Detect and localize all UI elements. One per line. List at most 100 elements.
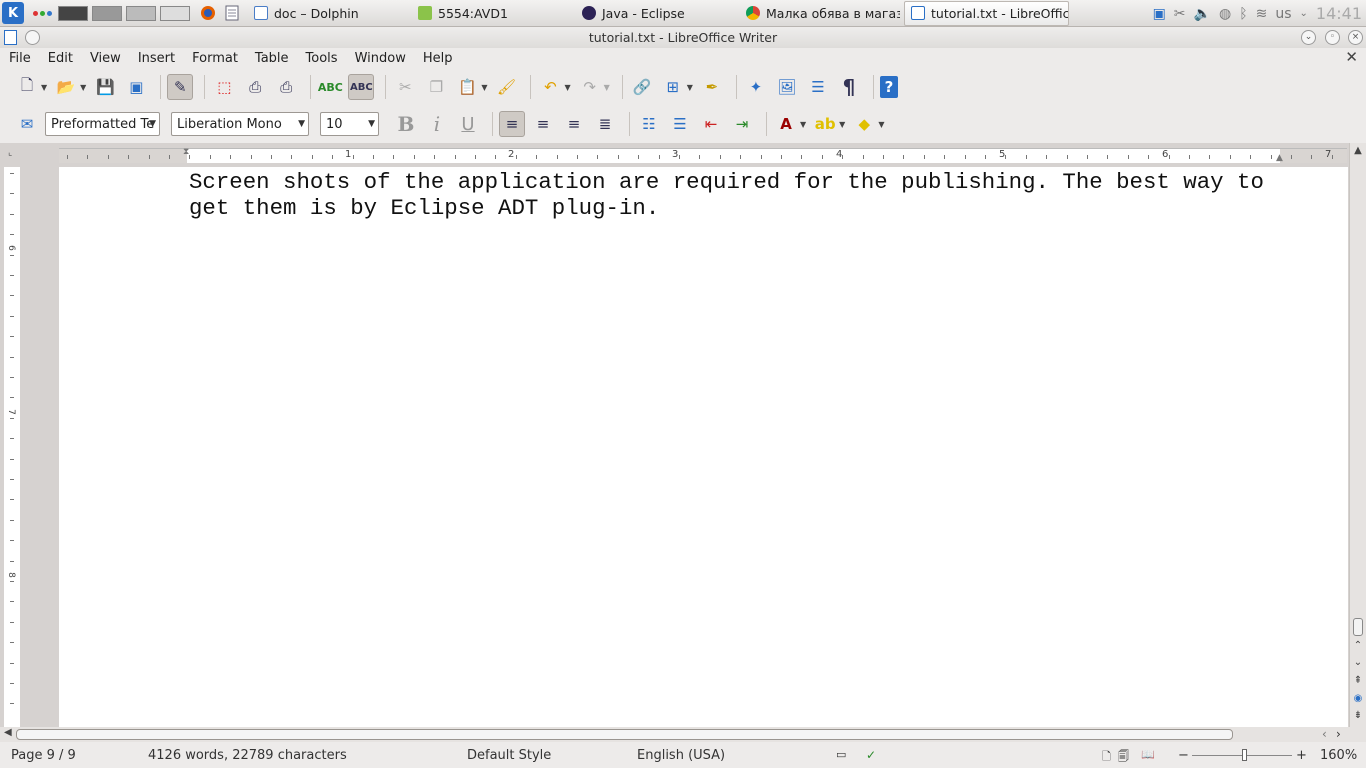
scroll-up-arrow-icon[interactable]: ⌃	[1351, 640, 1365, 655]
task-android-emulator[interactable]: 5554:AVD1	[412, 1, 572, 26]
menu-window[interactable]: Window	[346, 51, 414, 66]
clipboard-icon[interactable]: ▣	[1153, 6, 1166, 22]
menu-insert[interactable]: Insert	[129, 51, 183, 66]
undo-dropdown-icon[interactable]: ▼	[564, 83, 570, 92]
keyboard-layout[interactable]: us	[1275, 6, 1291, 22]
hyperlink-icon[interactable]: 🔗	[629, 74, 655, 100]
highlighting-dropdown-icon[interactable]: ▼	[839, 120, 845, 129]
menu-edit[interactable]: Edit	[39, 51, 81, 66]
redo-icon[interactable]: ↷	[577, 74, 603, 100]
menu-table[interactable]: Table	[246, 51, 297, 66]
menu-tools[interactable]: Tools	[297, 51, 346, 66]
right-indent-marker-icon[interactable]: ▲	[1276, 153, 1283, 163]
data-sources-icon[interactable]: ☰	[805, 74, 831, 100]
word-count[interactable]: 4126 words, 22789 characters	[148, 748, 347, 763]
horizontal-ruler[interactable]: ⧗ ▲ 1 2 3 4 5 6 7	[59, 147, 1347, 163]
task-libreoffice-writer[interactable]: tutorial.txt - LibreOffic	[904, 0, 1069, 26]
decrease-indent-icon[interactable]: ⇤	[698, 111, 724, 137]
increase-indent-icon[interactable]: ⇥	[729, 111, 755, 137]
activities-icon[interactable]	[30, 10, 54, 16]
task-eclipse[interactable]: Java - Eclipse	[576, 1, 736, 26]
align-center-icon[interactable]: ≡	[530, 111, 556, 137]
scroll-right-arrow-icon[interactable]: ›	[1336, 727, 1341, 741]
previous-page-icon[interactable]: ⇞	[1351, 675, 1365, 690]
book-view-icon[interactable]: 📖	[1141, 748, 1155, 761]
single-page-view-icon[interactable]: 🗋	[1102, 748, 1111, 767]
volume-icon[interactable]: 🔈	[1194, 6, 1211, 22]
multi-page-view-icon[interactable]: 🗐	[1118, 748, 1129, 767]
menu-help[interactable]: Help	[414, 51, 461, 66]
redo-dropdown-icon[interactable]: ▼	[604, 83, 610, 92]
navigation-icon[interactable]: ◉	[1351, 693, 1365, 708]
align-right-icon[interactable]: ≡	[561, 111, 587, 137]
scissors-icon[interactable]: ✂	[1174, 6, 1186, 22]
kde-menu-icon[interactable]: K	[2, 2, 24, 24]
italic-icon[interactable]: i	[424, 111, 450, 137]
desktop-pager-1[interactable]	[58, 5, 88, 21]
vertical-scrollbar[interactable]: ▲ ⌃ ⌄ ⇞ ◉ ⇟	[1349, 143, 1366, 727]
writer-app-icon[interactable]	[4, 30, 17, 45]
scroll-up-icon[interactable]: ▲	[1351, 145, 1365, 160]
text-line[interactable]: get them is by Eclipse ADT plug-in.	[189, 195, 1289, 221]
notes-icon[interactable]	[220, 0, 244, 27]
close-window-icon[interactable]: ×	[1348, 30, 1363, 45]
scroll-down-arrow-icon[interactable]: ⌄	[1351, 657, 1365, 672]
show-draw-functions-icon[interactable]: ✒	[699, 74, 725, 100]
gallery-icon[interactable]: 🖼	[774, 74, 800, 100]
wifi-icon[interactable]: ≋	[1256, 6, 1268, 22]
menu-format[interactable]: Format	[183, 51, 246, 66]
spellcheck-icon[interactable]: ABC	[317, 74, 343, 100]
close-document-icon[interactable]: ✕	[1345, 48, 1358, 66]
navigator-icon[interactable]: ✦	[743, 74, 769, 100]
undo-icon[interactable]: ↶	[537, 74, 563, 100]
zoom-out-icon[interactable]: −	[1178, 748, 1189, 763]
paste-dropdown-icon[interactable]: ▼	[481, 83, 487, 92]
new-dropdown-icon[interactable]: ▼	[41, 83, 47, 92]
font-color-icon[interactable]: A	[773, 111, 799, 137]
tab-stop-type-icon[interactable]: ⌞	[8, 148, 12, 158]
vertical-scrollbar-thumb[interactable]	[1353, 618, 1363, 636]
styles-formatting-icon[interactable]: ✉	[14, 111, 40, 137]
edit-mode-icon[interactable]: ✎	[167, 74, 194, 100]
bluetooth-icon[interactable]: ᛒ	[1239, 6, 1247, 22]
selection-mode-icon[interactable]: ▭	[836, 748, 846, 761]
task-dolphin[interactable]: doc – Dolphin	[248, 1, 408, 26]
open-dropdown-icon[interactable]: ▼	[80, 83, 86, 92]
highlighting-icon[interactable]: ab	[812, 111, 838, 137]
bold-icon[interactable]: B	[393, 111, 419, 137]
font-color-dropdown-icon[interactable]: ▼	[800, 120, 806, 129]
save-as-icon[interactable]: ▣	[123, 74, 149, 100]
open-icon[interactable]: 📂	[53, 74, 79, 100]
new-document-icon[interactable]: 🗋	[14, 74, 40, 100]
menu-file[interactable]: File	[0, 51, 39, 66]
vertical-ruler[interactable]: 6 7 8	[4, 167, 20, 727]
print-icon[interactable]: ⎙	[242, 74, 268, 100]
justify-icon[interactable]: ≣	[592, 111, 618, 137]
language[interactable]: English (USA)	[637, 748, 725, 763]
zoom-slider-handle[interactable]	[1242, 749, 1247, 761]
table-dropdown-icon[interactable]: ▼	[687, 83, 693, 92]
page-style[interactable]: Default Style	[467, 748, 551, 763]
clock[interactable]: 14:41	[1316, 4, 1362, 23]
minimize-icon[interactable]: ⌄	[1301, 30, 1316, 45]
font-size-select[interactable]: 10 ▼	[320, 112, 379, 136]
clone-formatting-icon[interactable]: 🖌	[493, 74, 519, 100]
zoom-level[interactable]: 160%	[1320, 748, 1357, 763]
scroll-left-icon[interactable]: ◀	[4, 727, 12, 738]
copy-icon[interactable]: ❐	[423, 74, 449, 100]
horizontal-scrollbar-thumb[interactable]	[16, 729, 1233, 740]
maximize-icon[interactable]: ◦	[1325, 30, 1340, 45]
document-text[interactable]: Screen shots of the application are requ…	[189, 169, 1289, 221]
next-page-icon[interactable]: ⇟	[1351, 710, 1365, 725]
page-indicator[interactable]: Page 9 / 9	[11, 748, 76, 763]
align-left-icon[interactable]: ≡	[499, 111, 525, 137]
tray-expand-icon[interactable]: ⌄	[1300, 8, 1308, 19]
bullets-icon[interactable]: ☰	[667, 111, 693, 137]
desktop-pager-2[interactable]	[92, 5, 122, 21]
task-chrome[interactable]: Малка обява в магази	[740, 1, 900, 26]
desktop-pager-3[interactable]	[126, 5, 156, 21]
desktop-pager-4[interactable]	[160, 5, 190, 21]
export-pdf-icon[interactable]: ⬚	[211, 74, 237, 100]
print-preview-icon[interactable]: ⎙	[273, 74, 299, 100]
autospellcheck-icon[interactable]: ABC	[348, 74, 375, 100]
